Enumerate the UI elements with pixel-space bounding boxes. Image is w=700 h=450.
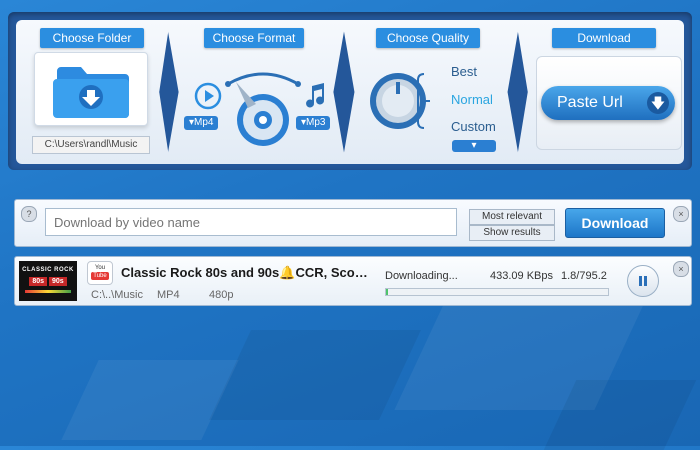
quality-option-best[interactable]: Best (451, 64, 477, 79)
video-path: C:\..\Music (91, 289, 143, 301)
download-progress-fill (386, 289, 389, 295)
show-results-button[interactable]: Show results (469, 225, 555, 241)
video-format: MP4 (157, 289, 180, 301)
pause-button[interactable] (627, 265, 659, 297)
video-quality: 480p (209, 289, 234, 301)
video-thumbnail: CLASSIC ROCK 80s 90s (19, 261, 77, 301)
download-speed: 433.09 KBps (490, 270, 553, 282)
folder-download-icon (53, 67, 129, 118)
download-progress-bar (385, 288, 609, 296)
format-dial-icon[interactable] (222, 64, 304, 150)
dropdown-arrow-icon: ▾ (471, 140, 477, 151)
audio-format-select[interactable]: ▾Mp3 (296, 116, 331, 130)
folder-path[interactable]: C:\Users\randl\Music (32, 136, 150, 154)
help-icon[interactable]: ? (21, 206, 37, 222)
thumbnail-stripe (25, 290, 71, 293)
audio-format-value: Mp3 (306, 117, 326, 128)
video-title: Classic Rock 80s and 90s🔔CCR, Scorpi... (121, 265, 369, 280)
quality-option-normal[interactable]: Normal (451, 92, 493, 107)
download-label: Download (552, 28, 656, 48)
download-arrow-icon: 🡇 (647, 92, 669, 114)
download-list-item[interactable]: CLASSIC ROCK 80s 90s You Tube Classic Roc… (14, 256, 692, 306)
music-note-icon[interactable] (304, 82, 328, 110)
download-status: Downloading... (385, 270, 458, 282)
youtube-icon: You Tube (87, 261, 113, 285)
background-tile (209, 330, 421, 420)
choose-format-label: Choose Format (204, 28, 304, 48)
quality-dropdown[interactable]: ▾ (452, 140, 496, 152)
choose-folder-label: Choose Folder (40, 28, 144, 48)
download-size: 1.8/795.2 (561, 270, 607, 282)
youtube-icon-text: Tube (91, 272, 109, 280)
play-icon[interactable] (194, 82, 222, 110)
paste-url-label: Paste Url (557, 94, 623, 111)
folder-button[interactable] (34, 52, 148, 126)
download-button[interactable]: Download (565, 208, 665, 238)
close-icon[interactable]: × (673, 206, 689, 222)
video-format-value: Mp4 (194, 117, 214, 128)
thumbnail-tag: 90s (49, 277, 67, 286)
youtube-icon-text: You (94, 265, 106, 271)
video-format-select[interactable]: ▾Mp4 (184, 116, 219, 130)
thumbnail-title: CLASSIC ROCK (22, 267, 74, 273)
quality-option-custom[interactable]: Custom (451, 119, 496, 134)
search-bar: ? Most relevant Show results Download × (14, 199, 692, 247)
quality-knob-icon[interactable] (366, 68, 448, 134)
close-icon[interactable]: × (673, 261, 689, 277)
choose-quality-label: Choose Quality (376, 28, 480, 48)
search-input[interactable] (45, 208, 457, 236)
pause-icon (639, 276, 642, 286)
paste-url-button[interactable]: Paste Url 🡇 (541, 86, 675, 120)
most-relevant-button[interactable]: Most relevant (469, 209, 555, 225)
background-tile (61, 360, 239, 440)
thumbnail-tag: 80s (29, 277, 47, 286)
